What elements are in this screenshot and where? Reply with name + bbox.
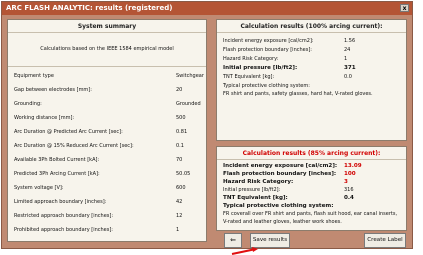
results-85-panel: Calculation results (85% arcing current)… <box>216 146 407 231</box>
result-row-label: Hazard Risk Category: <box>223 56 279 62</box>
summary-row-value: Switchgear <box>176 73 204 79</box>
clothing-description-text: V-rated and leather gloves, leather work… <box>223 219 342 225</box>
result-row-value: 1.56 <box>344 38 356 44</box>
save-results-button[interactable]: Save results <box>250 233 290 248</box>
summary-row: Gap between electrodes [mm]: 20 <box>14 86 200 95</box>
result-row-label: TNT Equivalent [kg]: <box>223 195 288 201</box>
summary-row-value: 20 <box>176 87 183 93</box>
result-row-label: Flash protection boundary [inches]: <box>223 171 337 177</box>
result-row: Flash protection boundary [inches]: 24 <box>223 46 400 54</box>
clothing-label: Typical protective clothing system: <box>223 82 400 90</box>
results-100-panel: Calculation results (100% arcing current… <box>216 19 407 141</box>
system-summary-panel: System summary Calculations based on the… <box>7 19 207 242</box>
result-row: TNT Equivalent [kg]: 0.0 <box>223 73 400 81</box>
summary-row-label: Working distance [mm]: <box>14 115 75 121</box>
summary-row-value: 1 <box>176 227 180 233</box>
result-row-value: 316 <box>344 187 354 193</box>
summary-row: Restricted approach boundary [inches]: 12 <box>14 212 200 221</box>
result-row: Initial pressure [lb/ft2]: 371 <box>223 64 400 72</box>
summary-row: Grounding: Grounded <box>14 100 201 109</box>
summary-row-label: System voltage [V]: <box>14 185 64 191</box>
summary-row-label: Prohibited approach boundary [inches]: <box>14 227 113 233</box>
summary-row-value: 600 <box>176 185 186 191</box>
summary-row: Available 3Ph Bolted Current [kA]: 70 <box>14 156 200 165</box>
clothing-description-text: FR shirt and pants, safety glasses, hard… <box>223 91 373 97</box>
result-row: Hazard Risk Category: 3 <box>223 178 400 186</box>
back-button[interactable]: ⇐ <box>224 233 242 248</box>
result-row-value: 371 <box>344 65 356 71</box>
summary-divider-2 <box>8 66 206 67</box>
window-title: ARC FLASH ANALYTIC: results (registered) <box>6 4 173 12</box>
result-row-label: TNT Equivalent [kg]: <box>223 74 275 80</box>
clothing-description: V-rated and leather gloves, leather work… <box>223 218 400 226</box>
result-row-value: 24 <box>344 47 351 53</box>
summary-row: Predicted 3Ph Arcing Current [kA]: 50.05 <box>14 170 200 179</box>
title-bar: ARC FLASH ANALYTIC: results (registered)… <box>2 2 412 15</box>
results-100-title: Calculation results (100% arcing current… <box>240 23 383 30</box>
result-row-value: 0.4 <box>344 195 354 201</box>
result-row: Flash protection boundary [inches]: 100 <box>223 170 400 178</box>
result-row: Incident energy exposure [cal/cm2]: 13.09 <box>223 162 400 170</box>
result-row-label: Incident energy exposure [cal/cm2]: <box>223 38 314 44</box>
summary-title: System summary <box>77 23 137 30</box>
result-row: Incident energy exposure [cal/cm2]: 1.56 <box>223 37 400 45</box>
results-100-divider <box>217 32 406 33</box>
clothing-description: FR coverall over FR shirt and pants, fla… <box>223 210 400 218</box>
result-row-value: 13.09 <box>344 163 362 169</box>
result-row-label: Hazard Risk Category: <box>223 179 294 185</box>
clothing-description: FR shirt and pants, safety glasses, hard… <box>223 90 400 98</box>
result-row: Hazard Risk Category: 1 <box>223 55 400 63</box>
summary-row-label: Gap between electrodes [mm]: <box>14 87 92 93</box>
clothing-label: Typical protective clothing system: <box>223 202 400 210</box>
close-button[interactable]: x <box>400 4 409 12</box>
result-row-value: 3 <box>344 179 348 185</box>
results-window: ARC FLASH ANALYTIC: results (registered)… <box>1 1 413 249</box>
summary-row: System voltage [V]: 600 <box>14 184 200 193</box>
result-row-label: Incident energy exposure [cal/cm2]: <box>223 163 338 169</box>
summary-divider <box>8 32 206 33</box>
summary-row-label: Arc Duration @ Predicted Arc Current [se… <box>14 129 123 135</box>
summary-row-label: Grounding: <box>14 101 42 107</box>
summary-row-label: Limited approach boundary [inches]: <box>14 199 107 205</box>
summary-row-value: 0.1 <box>176 143 184 149</box>
result-row: Initial pressure [lb/ft2]: 316 <box>223 186 400 194</box>
summary-row-value: 0.81 <box>176 129 188 135</box>
summary-row: Equipment type Switchgear <box>14 72 204 81</box>
summary-row: Arc Duration @ 15% Reduced Arc Current [… <box>14 142 200 151</box>
close-icon: x <box>402 5 407 12</box>
summary-row: Working distance [mm]: 500 <box>14 114 200 123</box>
result-row-label: Flash protection boundary [inches]: <box>223 47 312 53</box>
summary-row-value: 12 <box>176 213 183 219</box>
summary-row-label: Predicted 3Ph Arcing Current [kA]: <box>14 171 100 177</box>
clothing-label-text: Typical protective clothing system: <box>223 83 310 89</box>
summary-row-value: 50.05 <box>176 171 191 177</box>
summary-row-value: Grounded <box>176 101 201 107</box>
back-arrow-icon: ⇐ <box>230 236 236 244</box>
result-row-value: 1 <box>344 56 348 62</box>
result-row-label: Initial pressure [lb/ft2]: <box>223 65 298 71</box>
summary-row-value: 70 <box>176 157 183 163</box>
result-row-label: Initial pressure [lb/ft2]: <box>223 187 281 193</box>
create-label-button[interactable]: Create Label <box>364 233 406 248</box>
summary-row-label: Arc Duration @ 15% Reduced Arc Current [… <box>14 143 134 149</box>
summary-row-value: 500 <box>176 115 186 121</box>
calculation-basis: Calculations based on the IEEE 1584 empi… <box>40 46 174 52</box>
results-85-title: Calculation results (85% arcing current)… <box>242 150 381 157</box>
summary-row: Arc Duration @ Predicted Arc Current [se… <box>14 128 200 137</box>
clothing-description-text: FR coverall over FR shirt and pants, fla… <box>223 211 398 217</box>
summary-row-label: Equipment type <box>14 73 54 79</box>
result-row-value: 100 <box>344 171 356 177</box>
summary-row-label: Available 3Ph Bolted Current [kA]: <box>14 157 100 163</box>
summary-row: Prohibited approach boundary [inches]: 1 <box>14 226 200 235</box>
summary-row-value: 42 <box>176 199 183 205</box>
result-row: TNT Equivalent [kg]: 0.4 <box>223 194 400 202</box>
result-row-value: 0.0 <box>344 74 352 80</box>
results-85-divider <box>217 159 406 160</box>
summary-row-label: Restricted approach boundary [inches]: <box>14 213 114 219</box>
summary-row: Limited approach boundary [inches]: 42 <box>14 198 200 207</box>
clothing-label-text: Typical protective clothing system: <box>223 203 334 209</box>
